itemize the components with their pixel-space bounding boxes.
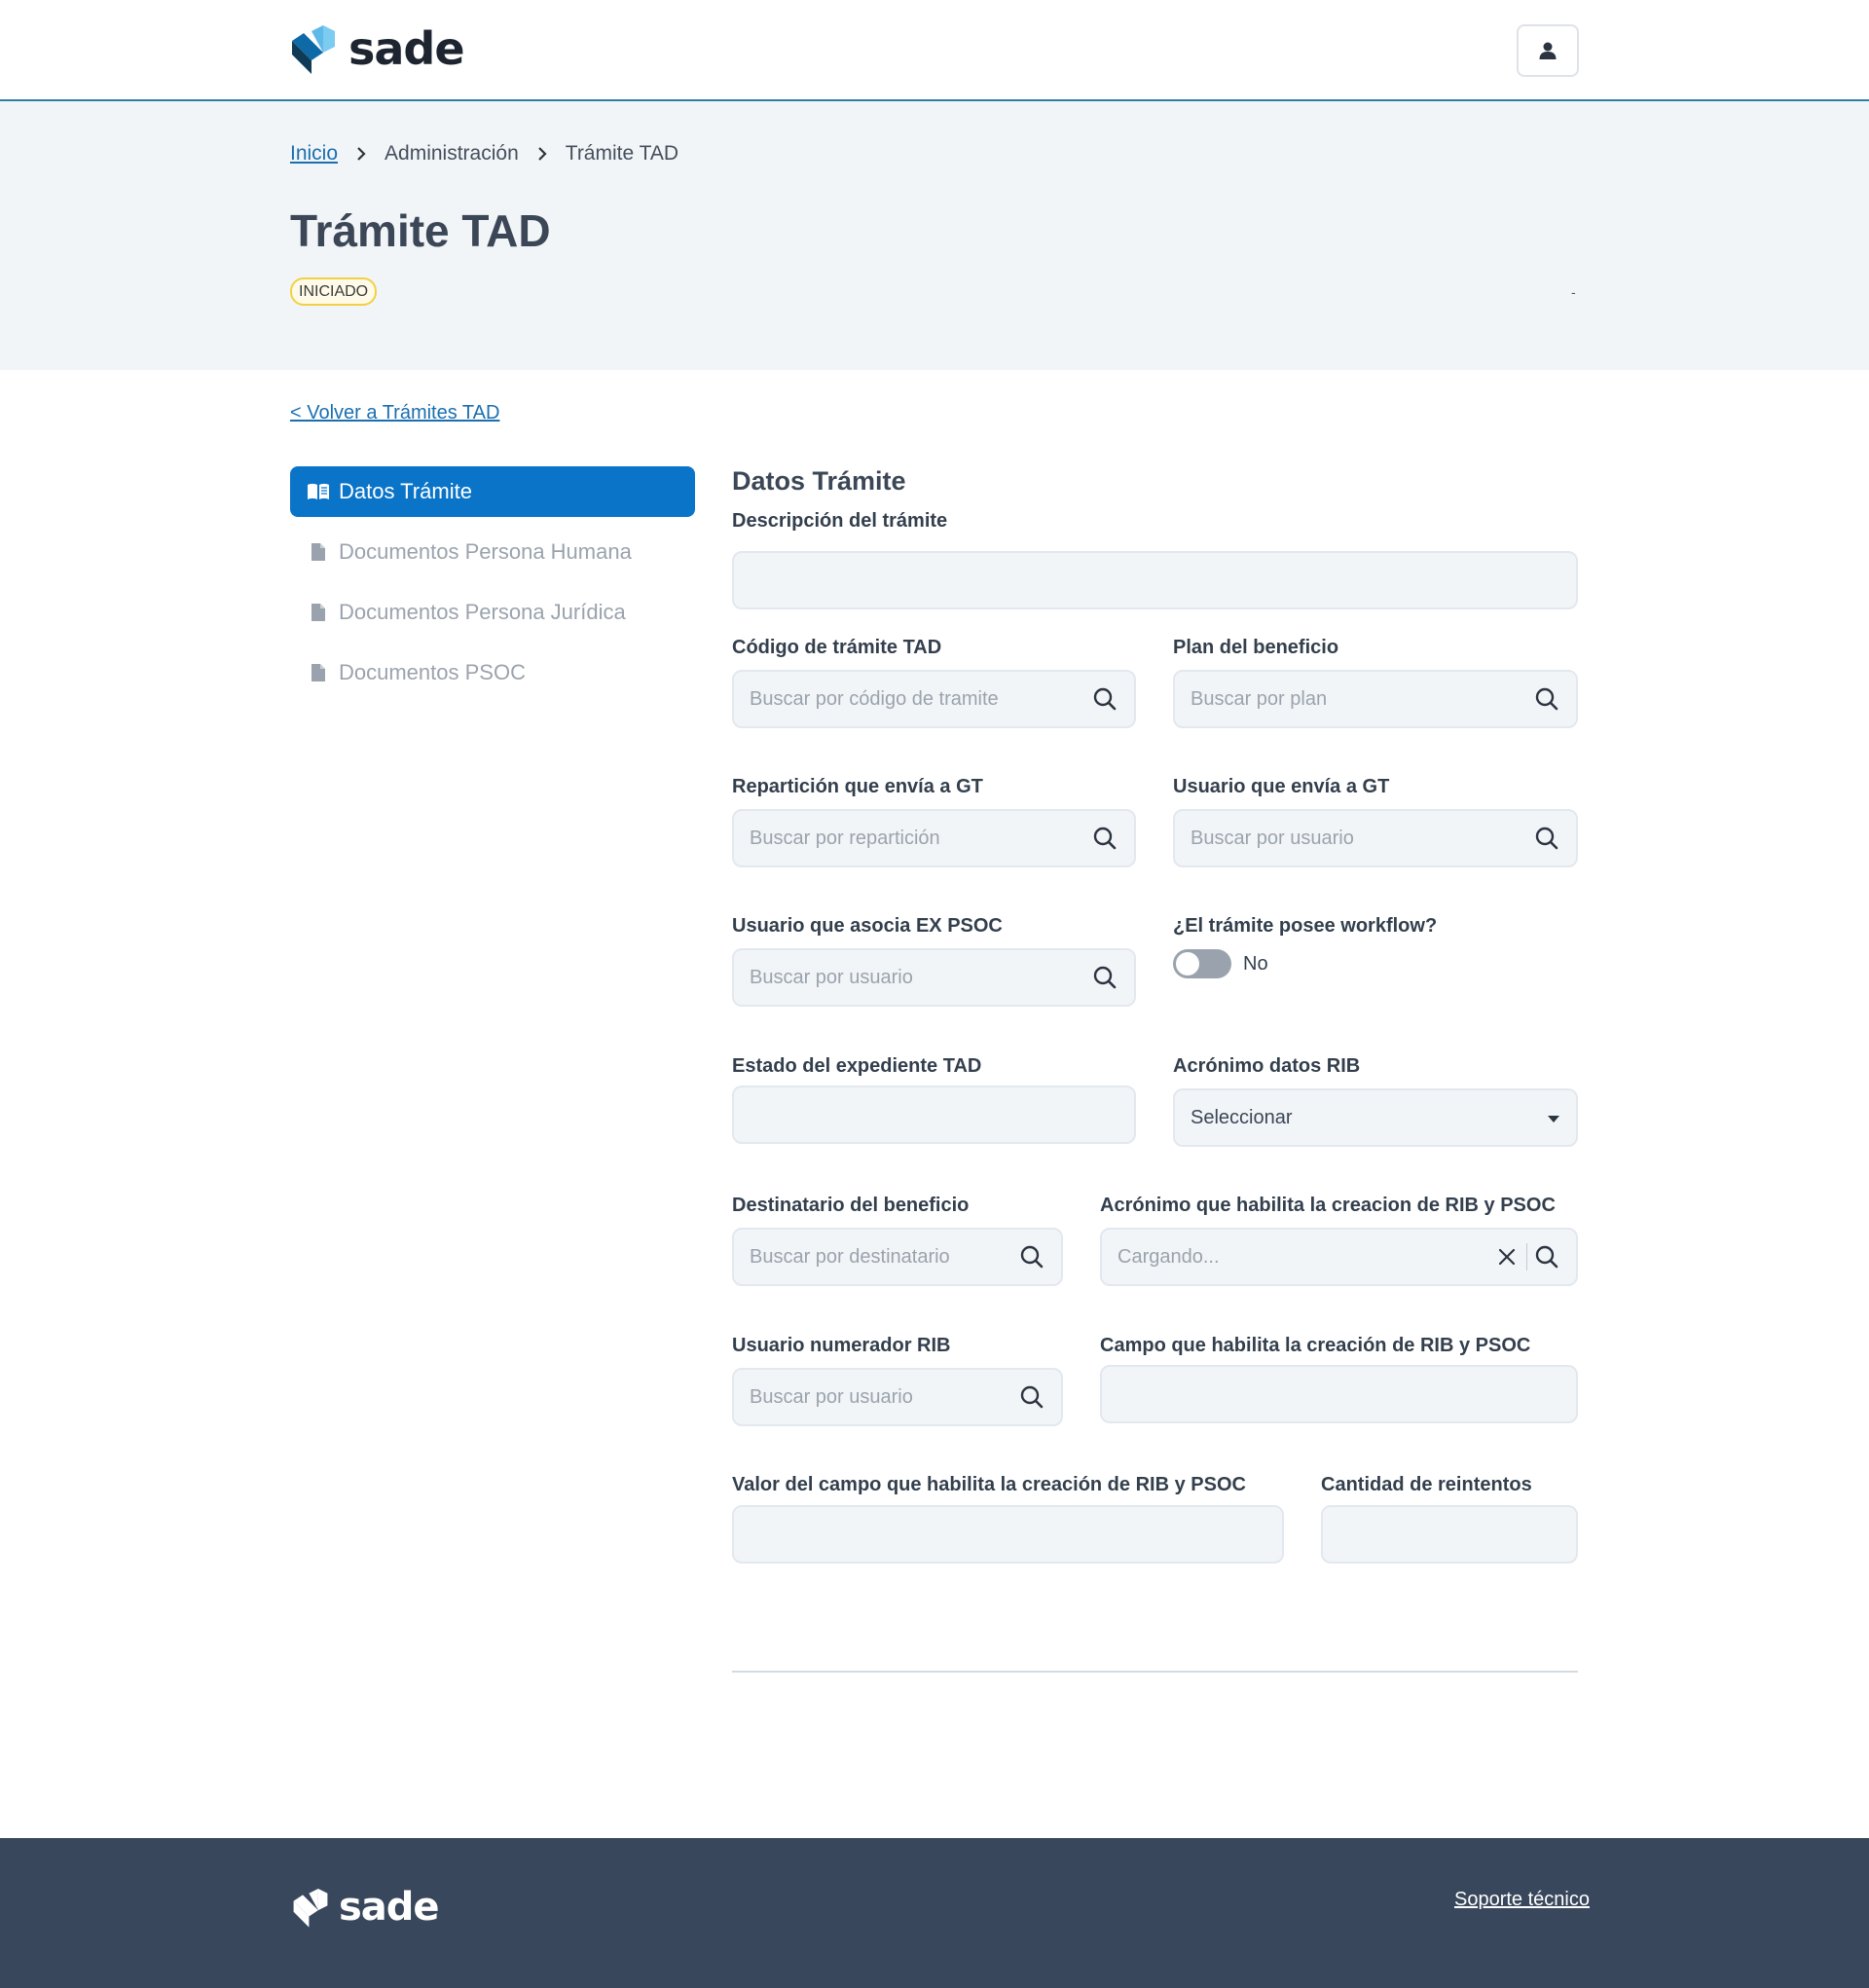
page-footer — [0, 1838, 1869, 1988]
destinatario-search-input[interactable] — [750, 1245, 1018, 1269]
status-badge: INICIADO — [290, 277, 378, 306]
reintentos-label: Cantidad de reintentos — [1321, 1474, 1532, 1495]
chevron-right-icon — [355, 147, 367, 161]
search-icon[interactable] — [1018, 1243, 1045, 1270]
file-icon — [306, 602, 331, 623]
campo-habilita-field[interactable] — [1100, 1365, 1578, 1423]
search-icon[interactable] — [1091, 825, 1118, 852]
search-icon[interactable] — [1533, 685, 1560, 713]
usuario-rib-search-input[interactable] — [750, 1385, 1018, 1409]
descripcion-label: Descripción del trámite — [732, 510, 948, 532]
breadcrumb-home-link[interactable]: Inicio — [290, 142, 338, 166]
toggle-knob — [1176, 952, 1199, 976]
footer-brand-name: sade — [339, 1885, 440, 1930]
sade-logo-icon — [293, 1889, 328, 1928]
destinatario-field[interactable] — [732, 1228, 1063, 1286]
usuario-gt-label: Usuario que envía a GT — [1173, 776, 1390, 797]
footer-logo[interactable]: sade — [292, 1885, 440, 1930]
workflow-toggle-group: No — [1173, 949, 1268, 978]
user-icon — [1539, 42, 1557, 59]
usuario-rib-label: Usuario numerador RIB — [732, 1335, 951, 1356]
valor-campo-field[interactable] — [732, 1505, 1284, 1564]
breadcrumb-current: Trámite TAD — [565, 142, 679, 165]
support-link[interactable]: Soporte técnico — [1454, 1889, 1590, 1911]
search-icon[interactable] — [1018, 1383, 1045, 1411]
reparticion-search-input[interactable] — [750, 827, 1091, 850]
usuario-psoc-label: Usuario que asocia EX PSOC — [732, 915, 1003, 937]
page-hero — [0, 101, 1869, 370]
sidebar-item-label: Datos Trámite — [339, 479, 472, 503]
breadcrumb: Inicio Administración Trámite TAD — [290, 142, 678, 166]
brand-logo[interactable]: sade — [290, 22, 465, 75]
usuario-rib-field[interactable] — [732, 1368, 1063, 1426]
clear-icon[interactable] — [1493, 1243, 1521, 1270]
hero-meta: - — [1571, 284, 1576, 300]
file-icon — [306, 662, 331, 683]
sidebar-item-label: Documentos Persona Humana — [339, 539, 632, 564]
usuario-psoc-search-input[interactable] — [750, 966, 1091, 989]
campo-habilita-input[interactable] — [1118, 1382, 1560, 1406]
form-divider — [732, 1671, 1578, 1673]
page-title: Trámite TAD — [290, 205, 551, 256]
sidebar-nav: Datos Trámite Documentos Persona Humana … — [290, 466, 695, 708]
workflow-label: ¿El trámite posee workflow? — [1173, 915, 1438, 937]
descripcion-field[interactable] — [732, 551, 1578, 609]
search-icon[interactable] — [1533, 825, 1560, 852]
valor-campo-input[interactable] — [750, 1523, 1266, 1546]
plan-search-input[interactable] — [1191, 687, 1533, 711]
section-title: Datos Trámite — [732, 466, 906, 496]
acronimo-habilita-input[interactable] — [1118, 1245, 1493, 1269]
usuario-gt-search-input[interactable] — [1191, 827, 1533, 850]
chevron-right-icon — [536, 147, 548, 161]
workflow-toggle-value: No — [1243, 952, 1268, 975]
file-icon — [306, 541, 331, 563]
sidebar-item-datos-tramite[interactable]: Datos Trámite — [290, 466, 695, 517]
search-icon[interactable] — [1091, 685, 1118, 713]
search-icon[interactable] — [1533, 1243, 1560, 1270]
usuario-psoc-field[interactable] — [732, 948, 1136, 1007]
field-separator — [1526, 1243, 1527, 1270]
sidebar-item-documentos-persona-juridica[interactable]: Documentos Persona Jurídica — [290, 587, 695, 638]
codigo-field[interactable] — [732, 670, 1136, 728]
workflow-toggle[interactable] — [1173, 949, 1231, 978]
user-menu-button[interactable] — [1517, 24, 1579, 77]
caret-down-icon — [1547, 1107, 1560, 1129]
acronimo-rib-selected: Seleccionar — [1191, 1106, 1293, 1128]
destinatario-label: Destinatario del beneficio — [732, 1195, 970, 1216]
sidebar-item-label: Documentos Persona Jurídica — [339, 600, 626, 624]
plan-label: Plan del beneficio — [1173, 637, 1339, 658]
usuario-gt-field[interactable] — [1173, 809, 1578, 867]
reparticion-label: Repartición que envía a GT — [732, 776, 983, 797]
sidebar-item-label: Documentos PSOC — [339, 660, 526, 684]
acronimo-habilita-field[interactable] — [1100, 1228, 1578, 1286]
estado-field[interactable] — [732, 1086, 1136, 1144]
valor-campo-label: Valor del campo que habilita la creación… — [732, 1474, 1246, 1495]
acronimo-rib-select[interactable]: Seleccionar — [1173, 1088, 1578, 1147]
sade-logo-icon — [292, 25, 335, 74]
plan-field[interactable] — [1173, 670, 1578, 728]
campo-habilita-label: Campo que habilita la creación de RIB y … — [1100, 1335, 1531, 1356]
top-header: sade — [0, 0, 1869, 101]
sidebar-item-documentos-psoc[interactable]: Documentos PSOC — [290, 647, 695, 698]
codigo-search-input[interactable] — [750, 687, 1091, 711]
search-icon[interactable] — [1091, 964, 1118, 991]
acronimo-habilita-label: Acrónimo que habilita la creacion de RIB… — [1100, 1195, 1556, 1216]
book-open-icon — [306, 481, 331, 502]
estado-label: Estado del expediente TAD — [732, 1055, 982, 1077]
reparticion-field[interactable] — [732, 809, 1136, 867]
acronimo-rib-label: Acrónimo datos RIB — [1173, 1055, 1361, 1077]
descripcion-input[interactable] — [750, 569, 1560, 592]
estado-input[interactable] — [750, 1103, 1118, 1126]
back-to-tramites-link[interactable]: < Volver a Trámites TAD — [290, 402, 499, 424]
reintentos-input[interactable] — [1338, 1523, 1596, 1546]
sidebar-item-documentos-persona-humana[interactable]: Documentos Persona Humana — [290, 527, 695, 577]
codigo-label: Código de trámite TAD — [732, 637, 942, 658]
reintentos-field[interactable] — [1321, 1505, 1596, 1564]
brand-name: sade — [348, 22, 465, 75]
breadcrumb-admin[interactable]: Administración — [385, 142, 519, 166]
